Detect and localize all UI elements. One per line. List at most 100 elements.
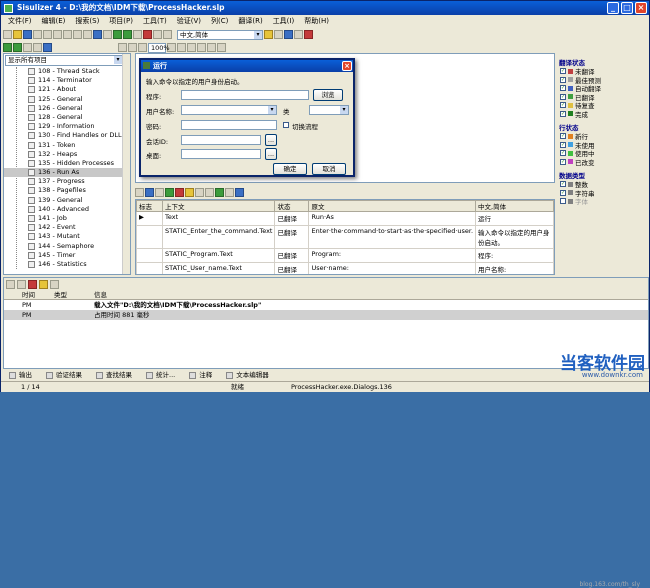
col-source[interactable]: 原文: [308, 200, 477, 212]
tree-filter-select[interactable]: 显示所有项目 ▾: [5, 55, 123, 66]
cell-source[interactable]: User·name:: [308, 262, 477, 274]
tree-item[interactable]: 121 - About: [4, 85, 130, 94]
output-clear-icon[interactable]: [28, 279, 37, 289]
tree-item[interactable]: 142 - Event: [4, 223, 130, 232]
tree-item[interactable]: 136 - Run As: [4, 168, 130, 178]
checkbox[interactable]: ✓: [560, 76, 566, 83]
build-icon[interactable]: [113, 30, 122, 39]
desktop-field[interactable]: [181, 149, 261, 159]
menu-project[interactable]: 项目(P): [104, 15, 138, 27]
menu-validate[interactable]: 验证(V): [172, 15, 206, 27]
new-icon[interactable]: [3, 30, 12, 39]
forward-icon[interactable]: [13, 43, 22, 52]
row-filter-item[interactable]: ✓ 未使用: [557, 141, 649, 150]
password-field[interactable]: [181, 120, 277, 130]
trans-filter-item[interactable]: ✓ 已翻译: [557, 93, 649, 102]
tree-item[interactable]: 114 - Terminator: [4, 76, 130, 85]
cell-source[interactable]: Enter·the·command·to·start·as·the·specif…: [308, 225, 477, 249]
tab-output[interactable]: 输出: [9, 369, 32, 381]
col-flag[interactable]: 标志: [136, 200, 163, 212]
menu-column[interactable]: 列(C): [206, 15, 233, 27]
grid-tool-7-icon[interactable]: [195, 187, 204, 197]
cell-target[interactable]: 程序:: [475, 248, 554, 263]
col-status[interactable]: 状态: [274, 200, 310, 212]
log-row[interactable]: PM 占用时间 881 毫秒: [4, 310, 648, 320]
grid-row[interactable]: ▶ Text 已翻译 Run·As 运行: [136, 211, 554, 226]
checkbox[interactable]: ✓: [560, 181, 566, 188]
row-filter-item[interactable]: ✓ 新行: [557, 132, 649, 141]
copy-icon[interactable]: [53, 30, 62, 39]
grid-tool-4-icon[interactable]: [165, 187, 174, 197]
trans-filter-item[interactable]: ✓ 未翻译: [557, 67, 649, 76]
run-icon[interactable]: [123, 30, 132, 39]
maximize-button[interactable]: □: [621, 2, 633, 14]
cell-source[interactable]: Run·As: [308, 211, 477, 226]
minimize-button[interactable]: _: [607, 2, 619, 14]
trans-filter-item[interactable]: ✓ 自动翻译: [557, 84, 649, 93]
open-icon[interactable]: [13, 30, 22, 39]
trans-filter-item[interactable]: ✓ 待复查: [557, 101, 649, 110]
cell-context[interactable]: STATIC_User_name.Text: [161, 262, 276, 274]
zoom-in-icon[interactable]: [128, 43, 137, 52]
tab-find-results[interactable]: 查找结果: [96, 369, 132, 381]
columns-icon[interactable]: [163, 30, 172, 39]
tree-item[interactable]: 128 - General: [4, 113, 130, 122]
output-warn-icon[interactable]: [39, 279, 48, 289]
row-filter-item[interactable]: ✓ 使用中: [557, 149, 649, 158]
project-tree[interactable]: 显示所有项目 ▾ 108 - Thread Stack 114 - Terminat…: [3, 53, 131, 275]
cut-icon[interactable]: [43, 30, 52, 39]
tab-validation[interactable]: 验证结果: [46, 369, 82, 381]
tree-icon[interactable]: [23, 43, 32, 52]
grid-row[interactable]: STATIC_Program.Text 已翻译 Program: 程序:: [136, 248, 554, 263]
print-icon[interactable]: [33, 30, 42, 39]
cell-target[interactable]: 用户名称:: [475, 262, 554, 274]
cell-source[interactable]: Program:: [308, 248, 477, 263]
paste-icon[interactable]: [63, 30, 72, 39]
grid-row[interactable]: STATIC_Enter_the_command.Text 已翻译 Enter·th…: [136, 225, 554, 249]
data-filter-item[interactable]: 字体: [557, 197, 649, 206]
grid-tool-5-icon[interactable]: [175, 187, 184, 197]
select-icon[interactable]: [118, 43, 127, 52]
grid-tool-1-icon[interactable]: [135, 187, 144, 197]
dialog-close-button[interactable]: ×: [342, 61, 352, 71]
tab-statistics[interactable]: 统计...: [146, 369, 175, 381]
redo-icon[interactable]: [83, 30, 92, 39]
replace-icon[interactable]: [103, 30, 112, 39]
tree-item[interactable]: 145 - Timer: [4, 251, 130, 260]
checkbox[interactable]: [560, 198, 566, 205]
tree-item[interactable]: 132 - Heaps: [4, 150, 130, 159]
cancel-button[interactable]: 取消: [312, 163, 346, 175]
cell-context[interactable]: Text: [161, 211, 276, 226]
browse-button[interactable]: 浏览: [313, 89, 343, 101]
tree-item[interactable]: 130 - Find Handles or DLLs: [4, 131, 130, 140]
checkbox[interactable]: ✓: [560, 158, 566, 165]
cell-status[interactable]: 已翻译: [274, 248, 310, 263]
tree-item[interactable]: 143 - Mutant: [4, 232, 130, 241]
menu-help[interactable]: 帮助(H): [299, 15, 334, 27]
cell-context[interactable]: STATIC_Enter_the_command.Text: [161, 225, 276, 249]
tree-scrollbar[interactable]: [122, 54, 130, 274]
zoom-field[interactable]: 100%: [148, 42, 170, 53]
tree-item[interactable]: 140 - Advanced: [4, 205, 130, 214]
tree-item[interactable]: 129 - Information: [4, 122, 130, 131]
col-target[interactable]: 中文,简体: [475, 200, 554, 212]
tree-item[interactable]: 135 - Hidden Processes: [4, 159, 130, 168]
cell-status[interactable]: 已翻译: [274, 225, 310, 249]
filter-icon[interactable]: [153, 30, 162, 39]
cell-status[interactable]: 已翻译: [274, 262, 310, 274]
log-row[interactable]: PM 载入文件"D:\我的文档\IDM下载\ProcessHacker.slp": [4, 300, 648, 310]
trans-filter-item[interactable]: ✓ 完成: [557, 110, 649, 119]
checkbox[interactable]: ✓: [560, 141, 566, 148]
grid-tool-8-icon[interactable]: [205, 187, 214, 197]
color-icon[interactable]: [217, 43, 226, 52]
tree-item[interactable]: 108 - Thread Stack: [4, 67, 130, 76]
translation-grid[interactable]: 标志 上下文 状态 原文 中文,简体 ▶ Text 已翻译 Run·As 运行 STATI…: [135, 199, 555, 275]
grid-row[interactable]: STATIC_User_name.Text 已翻译 User·name: 用户名称:: [136, 262, 554, 274]
checkbox[interactable]: ✓: [560, 93, 566, 100]
tree-item[interactable]: 139 - General: [4, 196, 130, 205]
tree-item[interactable]: 131 - Token: [4, 141, 130, 150]
menu-file[interactable]: 文件(F): [3, 15, 37, 27]
menu-edit[interactable]: 编辑(E): [37, 15, 71, 27]
checkbox[interactable]: ✓: [560, 110, 566, 117]
type-field[interactable]: ▾: [309, 105, 349, 115]
